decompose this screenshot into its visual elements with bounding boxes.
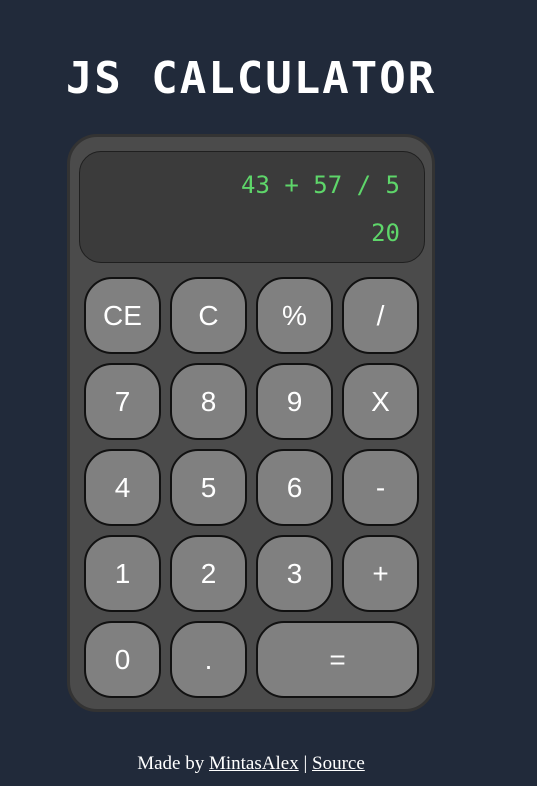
calculator-display: 43 + 57 / 5 20 [79, 151, 425, 263]
source-link[interactable]: Source [312, 753, 365, 774]
digit-6-button[interactable]: 6 [256, 449, 333, 526]
expression-display: 43 + 57 / 5 [241, 171, 400, 199]
divide-button[interactable]: / [342, 277, 419, 354]
digit-3-button[interactable]: 3 [256, 535, 333, 612]
percent-button[interactable]: % [256, 277, 333, 354]
digit-8-button[interactable]: 8 [170, 363, 247, 440]
digit-5-button[interactable]: 5 [170, 449, 247, 526]
equals-button[interactable]: = [256, 621, 419, 698]
author-link[interactable]: MintasAlex [209, 753, 299, 774]
digit-7-button[interactable]: 7 [84, 363, 161, 440]
calculator-body: 43 + 57 / 5 20 CE C % / 7 8 9 X 4 5 6 - … [67, 134, 435, 712]
digit-2-button[interactable]: 2 [170, 535, 247, 612]
digit-0-button[interactable]: 0 [84, 621, 161, 698]
add-button[interactable]: + [342, 535, 419, 612]
clear-entry-button[interactable]: CE [84, 277, 161, 354]
clear-button[interactable]: C [170, 277, 247, 354]
digit-9-button[interactable]: 9 [256, 363, 333, 440]
multiply-button[interactable]: X [342, 363, 419, 440]
footer-separator: | [303, 753, 308, 774]
keypad: CE C % / 7 8 9 X 4 5 6 - 1 2 3 + 0 . = [84, 277, 421, 700]
decimal-point-button[interactable]: . [170, 621, 247, 698]
subtract-button[interactable]: - [342, 449, 419, 526]
digit-1-button[interactable]: 1 [84, 535, 161, 612]
footer: Made by MintasAlex | Source [0, 752, 502, 776]
digit-4-button[interactable]: 4 [84, 449, 161, 526]
page-title: JS CALCULATOR [65, 53, 437, 105]
result-display: 20 [371, 219, 400, 247]
footer-prefix: Made by [137, 753, 205, 774]
